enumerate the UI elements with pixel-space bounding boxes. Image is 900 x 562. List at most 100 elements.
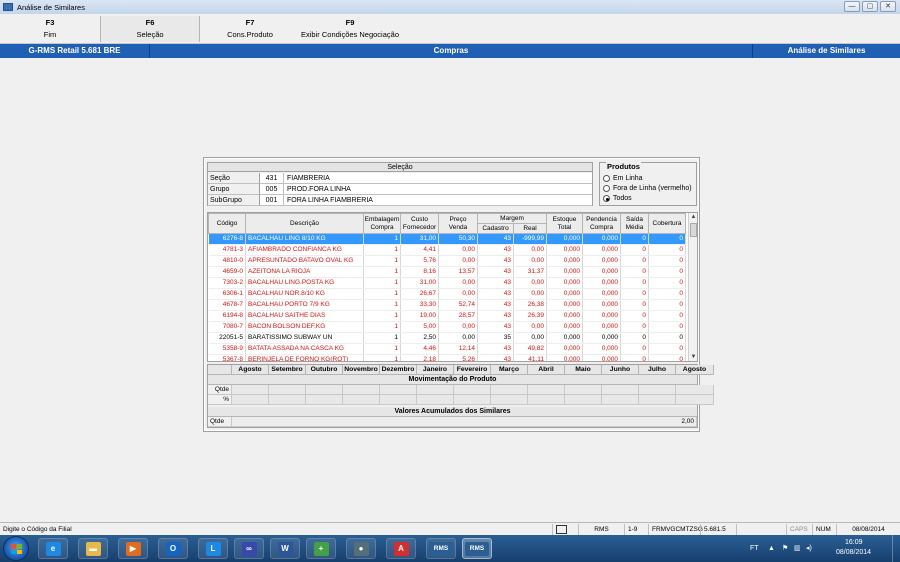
start-button[interactable]: [3, 536, 29, 561]
tray-date[interactable]: 08/08/2014: [836, 549, 871, 556]
month-column-header[interactable]: Outubro: [306, 365, 343, 375]
month-cell: [306, 395, 343, 405]
col-margem-cadastro[interactable]: Cadastro: [477, 223, 514, 234]
table-row[interactable]: 7303-2 BACALHAU LING.POSTA KG 1 31,00 0,00 43…: [208, 277, 686, 289]
network-icon[interactable]: ▥: [794, 544, 801, 552]
table-row[interactable]: 6306-1 BACALHAU NOR.8/10 KG 1 26,67 0,00 43 0,…: [208, 288, 686, 300]
fkey-selecao[interactable]: F6 Seleção: [100, 16, 200, 42]
cell-margem-real: 0,00: [513, 255, 547, 267]
selecao-row-subgrupo[interactable]: SubGrupo 001 FORA LINHA FIAMBRERIA: [208, 195, 592, 206]
months-corner: [208, 365, 232, 375]
table-row[interactable]: 5367-8 BERINJELA DE FORNO KG(ROT) 1 2,18 5,2…: [208, 354, 686, 361]
table-scrollbar[interactable]: ▲ ▼: [688, 213, 697, 361]
flag-icon[interactable]: ⚑: [782, 544, 788, 552]
cell-descricao: BACALHAU LING.POSTA KG: [245, 277, 364, 289]
taskbar-app-outlook[interactable]: O: [158, 538, 188, 559]
table-row[interactable]: 22051-5 BARATISSIMO SUBWAY UN 1 2,50 0,00 35 0…: [208, 332, 686, 344]
cell-preco: 5,26: [438, 354, 478, 361]
tray-expand-icon[interactable]: ▲: [768, 545, 775, 552]
table-row[interactable]: 6276-8 BACALHAU LING 8/10 KG 1 31,00 50,30 43…: [208, 233, 686, 245]
table-row[interactable]: 4810-0 APRESUNTADO BATAVO OVAL KG 1 5,76 0,0…: [208, 255, 686, 267]
taskbar-app-app6[interactable]: ∞: [234, 538, 264, 559]
maximize-button[interactable]: ▢: [862, 1, 878, 12]
col-saida[interactable]: Saída Média: [620, 213, 649, 234]
month-column-header[interactable]: Agosto: [676, 365, 714, 375]
selecao-row-secao[interactable]: Seção 431 FIAMBRERIA: [208, 173, 592, 184]
col-custo[interactable]: Custo Fornecedor: [400, 213, 439, 234]
tray-time[interactable]: 16:09: [845, 539, 863, 546]
month-column-header[interactable]: Junho: [602, 365, 639, 375]
taskbar-app-lync[interactable]: L: [198, 538, 228, 559]
rms2-icon: RMS: [465, 541, 489, 556]
cell-preco: 28,57: [438, 310, 478, 322]
col-embalagem[interactable]: Embalagem Compra: [363, 213, 401, 234]
col-text: Compra: [589, 223, 614, 231]
month-column-header[interactable]: Janeiro: [417, 365, 454, 375]
cell-pendencia: 0,000: [582, 354, 621, 361]
fkey-label: Exibir Condições Negociação: [301, 30, 399, 39]
month-column-header[interactable]: Setembro: [269, 365, 306, 375]
radio-em-linha[interactable]: Em Linha: [603, 175, 643, 182]
col-estoque[interactable]: Estoque Total: [546, 213, 583, 234]
col-cobertura[interactable]: Cobertura: [648, 213, 686, 234]
cell-descricao: BARATISSIMO SUBWAY UN: [245, 332, 364, 344]
close-button[interactable]: ✕: [880, 1, 896, 12]
col-margem-real[interactable]: Real: [513, 223, 547, 234]
scroll-thumb[interactable]: [690, 223, 697, 237]
cell-estoque: 0,000: [546, 343, 583, 355]
fkey-exibir-condicoes[interactable]: F9 Exibir Condições Negociação: [300, 16, 400, 42]
radio-fora-de-linha[interactable]: Fora de Linha (vermelho): [603, 185, 692, 192]
table-row[interactable]: 4781-3 AFIAMBRADO CONFIANCA KG 1 4,41 0,00 43…: [208, 244, 686, 256]
table-row[interactable]: 7080-7 BACON BOLSON DEF.KG 1 5,00 0,00 43 0,00…: [208, 321, 686, 333]
taskbar-app-word[interactable]: W: [270, 538, 300, 559]
month-column-header[interactable]: Fevereiro: [454, 365, 491, 375]
taskbar-app-rms2[interactable]: RMS: [462, 538, 492, 559]
table-row[interactable]: 4678-7 BACALHAU PORTO 7/9 KG 1 33,30 52,74 43…: [208, 299, 686, 311]
month-column-header[interactable]: Abril: [528, 365, 565, 375]
status-empty: [736, 524, 786, 535]
table-row[interactable]: 4659-0 AZEITONA LA RIOJA 1 8,16 13,57 43 31,37…: [208, 266, 686, 278]
scroll-down-icon[interactable]: ▼: [689, 353, 697, 361]
month-column-header[interactable]: Março: [491, 365, 528, 375]
window-title: Análise de Similares: [17, 2, 85, 12]
month-column-header[interactable]: Maio: [565, 365, 602, 375]
volume-icon[interactable]: ◂): [806, 544, 812, 552]
show-desktop-button[interactable]: [892, 535, 900, 562]
month-cell: [232, 395, 269, 405]
taskbar-app-app9[interactable]: ●: [346, 538, 376, 559]
taskbar-app-media[interactable]: ▶: [118, 538, 148, 559]
col-preco[interactable]: Preço Venda: [438, 213, 478, 234]
selecao-row-grupo[interactable]: Grupo 005 PROD.FORA LINHA: [208, 184, 592, 195]
fkey-fim[interactable]: F3 Fim: [0, 16, 100, 42]
col-codigo[interactable]: Código: [208, 213, 246, 234]
cell-saida: 0: [620, 288, 649, 300]
month-column-header[interactable]: Agosto: [232, 365, 269, 375]
taskbar-app-acrobat[interactable]: A: [386, 538, 416, 559]
tray-language[interactable]: FT: [750, 545, 759, 552]
fkey-cons-produto[interactable]: F7 Cons.Produto: [200, 16, 300, 42]
col-pendencia[interactable]: Pendencia Compra: [582, 213, 621, 234]
taskbar-app-app8[interactable]: +: [306, 538, 336, 559]
month-column-header[interactable]: Dezembro: [380, 365, 417, 375]
scroll-up-icon[interactable]: ▲: [689, 213, 697, 221]
table-row[interactable]: 5358-9 BATATA ASSADA NA CASCA KG 1 4,46 12,1…: [208, 343, 686, 355]
taskbar-app-rms1[interactable]: RMS: [426, 538, 456, 559]
cell-margem-real: 0,00: [513, 277, 547, 289]
month-cell: [639, 395, 676, 405]
taskbar-app-explorer[interactable]: ▬: [78, 538, 108, 559]
table-row[interactable]: 6194-8 BACALHAU SAITHE DIAS 1 19,00 28,57 43 2…: [208, 310, 686, 322]
month-cell: [528, 385, 565, 395]
col-descricao[interactable]: Descrição: [245, 213, 364, 234]
cell-margem-real: 49,82: [513, 343, 547, 355]
cell-custo: 31,00: [400, 277, 439, 289]
radio-todos[interactable]: Todos: [603, 195, 632, 202]
selecao-label: SubGrupo: [208, 195, 260, 206]
fkey-key: F7: [245, 18, 255, 27]
minimize-button[interactable]: —: [844, 1, 860, 12]
month-column-header[interactable]: Novembro: [343, 365, 380, 375]
cell-margem-real: -999,99: [513, 233, 547, 245]
cell-descricao: BERINJELA DE FORNO KG(ROT): [245, 354, 364, 361]
taskbar-app-ie[interactable]: e: [38, 538, 68, 559]
cell-descricao: BACALHAU SAITHE DIAS: [245, 310, 364, 322]
month-column-header[interactable]: Julho: [639, 365, 676, 375]
